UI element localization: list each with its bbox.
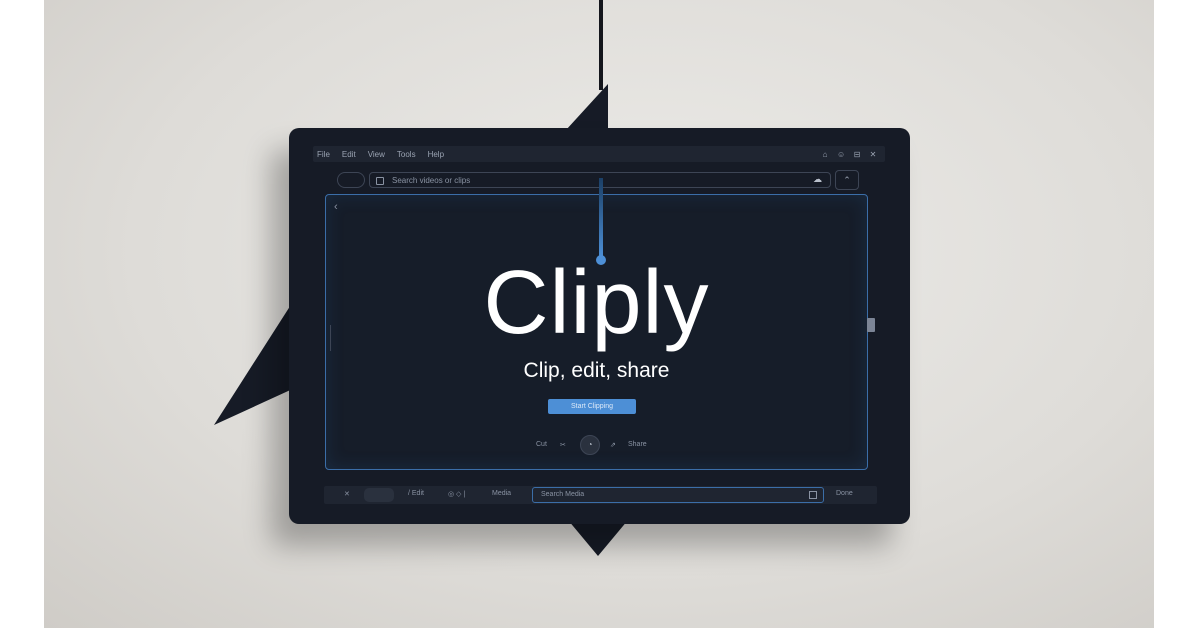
- brand-tagline: Clip, edit, share: [523, 359, 670, 382]
- cable-stem: [599, 178, 603, 258]
- search-input-text: Search videos or clips: [392, 175, 471, 185]
- back-arrow-icon[interactable]: ‹: [334, 201, 338, 213]
- app-window: File Edit View Tools Help ⌂ ☺ ⊟ ✕ Search…: [289, 128, 910, 524]
- search-field-icon: [376, 177, 384, 185]
- cloud-icon[interactable]: ☁: [813, 174, 822, 185]
- media-search-field[interactable]: Search Media: [532, 487, 824, 503]
- start-clipping-button[interactable]: Start Clipping: [548, 399, 636, 414]
- cable-tip: [596, 255, 606, 265]
- playback-controls: Cut ✂ ◔ ⇗ Share: [326, 435, 867, 455]
- hanging-cable: [599, 0, 603, 90]
- share-control[interactable]: Share: [628, 441, 647, 448]
- share-icon-button[interactable]: ⌃: [835, 170, 859, 190]
- menu-tools[interactable]: Tools: [397, 150, 416, 159]
- account-icon[interactable]: ☺: [837, 150, 845, 159]
- mode-pill[interactable]: [364, 488, 394, 502]
- menu-file[interactable]: File: [317, 150, 330, 159]
- letterbox-left: [0, 0, 44, 628]
- menu-bar: File Edit View Tools Help ⌂ ☺ ⊟ ✕: [313, 146, 885, 162]
- timeline-knob[interactable]: ◔: [580, 435, 600, 455]
- done-button[interactable]: Done: [836, 490, 853, 497]
- speech-tail-top: [566, 84, 608, 130]
- field-icon: [809, 491, 817, 499]
- main-canvas: ‹ Cliply Clip, edit, share Start Clippin…: [325, 194, 868, 470]
- close-icon[interactable]: ✕: [344, 490, 350, 498]
- home-icon[interactable]: ⌂: [821, 150, 829, 159]
- media-tab[interactable]: Media: [492, 490, 511, 497]
- shape-tools[interactable]: ◎ ◇ |: [448, 490, 465, 498]
- close-icon[interactable]: ✕: [869, 150, 877, 159]
- bottom-bar: ✕ / Edit ◎ ◇ | Media Search Media Done: [324, 486, 877, 504]
- toggle-button[interactable]: [337, 172, 365, 188]
- brand-title: Cliply: [483, 253, 710, 353]
- scissors-icon[interactable]: ✂: [560, 441, 566, 449]
- scrollbar-handle[interactable]: [867, 318, 875, 332]
- edit-tool[interactable]: / Edit: [408, 490, 424, 497]
- menu-view[interactable]: View: [368, 150, 385, 159]
- window-controls: ⌂ ☺ ⊟ ✕: [821, 146, 877, 162]
- menu-edit[interactable]: Edit: [342, 150, 356, 159]
- cut-control[interactable]: Cut: [536, 441, 547, 448]
- export-icon[interactable]: ⇗: [610, 441, 616, 449]
- minimize-icon[interactable]: ⊟: [853, 150, 861, 159]
- media-search-text: Search Media: [541, 491, 585, 498]
- letterbox-right: [1154, 0, 1200, 628]
- speech-tail-bottom: [568, 520, 628, 556]
- menu-help[interactable]: Help: [428, 150, 444, 159]
